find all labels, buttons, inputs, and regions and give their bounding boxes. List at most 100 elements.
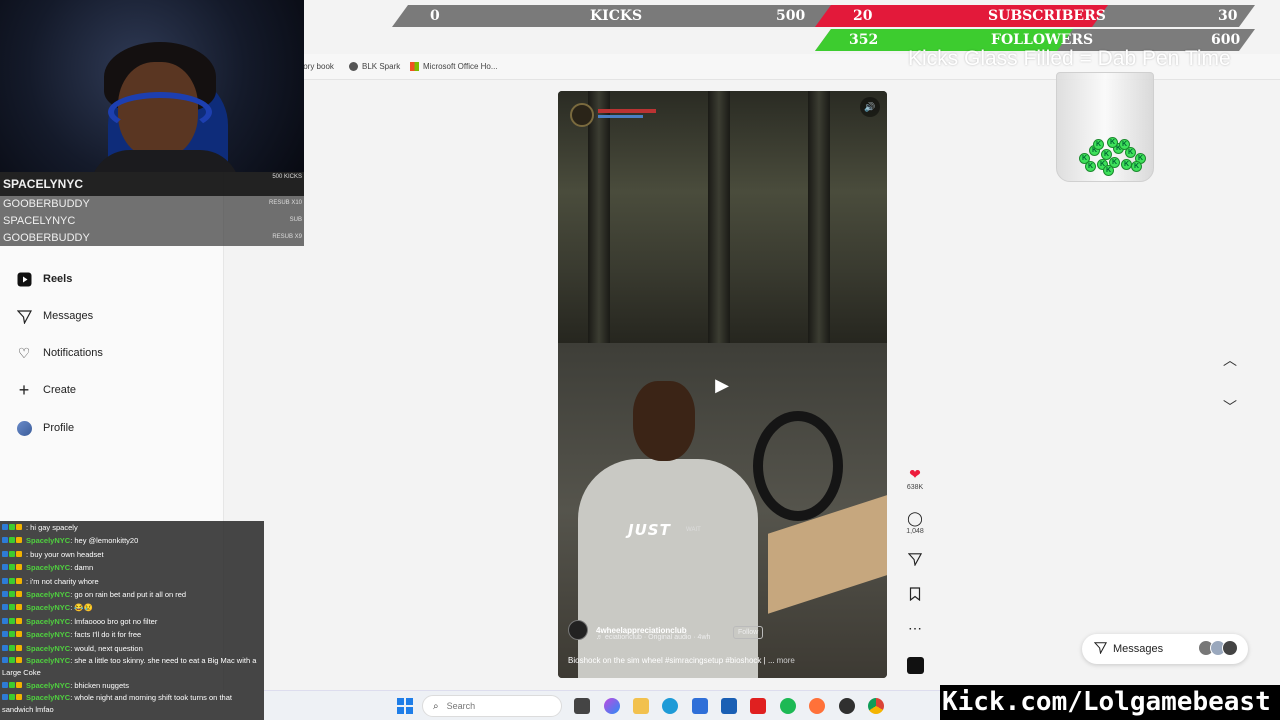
send-icon [1093,641,1108,657]
subscribers-target: 30 [1218,8,1238,24]
kicks-label: KICKS [590,8,643,24]
reels-icon [16,271,32,287]
alert-name: SPACELYNYC [3,215,76,227]
follow-button[interactable]: Follow [733,626,764,639]
like-button[interactable]: ❤ 638K [900,466,930,491]
youtube-icon[interactable] [750,698,766,714]
kick-coin-icon: K [1107,137,1118,148]
stream-chat: : hi gay spacely SpacelyNYC: hey @lemonki… [0,521,264,720]
badge-icon [16,644,22,651]
reel-audio[interactable]: ♬ eciationclub · Original audio · 4wh [596,634,710,641]
chat-username[interactable]: SpacelyNYC [26,630,70,639]
firefox-icon[interactable] [809,698,825,714]
taskbar-search[interactable]: ⌕ Search [422,695,562,717]
task-view-icon[interactable] [574,698,590,714]
sidebar-item-create[interactable]: + Create [16,379,76,401]
chat-username[interactable]: SpacelyNYC [26,681,70,690]
badge-icon [16,564,22,571]
volume-icon[interactable]: 🔊 [860,97,880,117]
more-link[interactable]: more [777,656,795,665]
kick-coin-icon: K [1103,165,1114,176]
reel-author-avatar[interactable] [568,620,588,640]
audio-thumbnail[interactable] [907,657,924,674]
reel-video[interactable]: 🔊 ▶ JUST WAIT 4wheelappreciationclub Fol… [558,91,887,678]
sidebar-item-label: Notifications [43,347,103,359]
chrome-icon[interactable] [868,698,884,714]
chat-message: SpacelyNYC: she a little too skinny. she… [0,655,264,679]
badge-icon [2,591,8,598]
sidebar-item-profile[interactable]: Profile [16,417,74,439]
edge-icon[interactable] [662,698,678,714]
chat-message: SpacelyNYC: damn [0,561,264,574]
chat-username[interactable]: SpacelyNYC [26,603,70,612]
badge-icon [16,524,22,530]
chat-username[interactable]: SpacelyNYC [26,617,70,626]
comment-icon: ◯ [907,510,923,526]
previous-reel-button[interactable]: ︿ [1218,350,1242,374]
share-button[interactable] [900,552,930,569]
chat-badges [2,692,26,704]
chat-message: SpacelyNYC: lmfaoooo bro got no filter [0,615,264,628]
alert-name: GOOBERBUDDY [3,198,90,210]
kicks-glass-caption: Kicks Glass Filled = Dab Pen Time [908,47,1231,70]
sidebar-item-label: Messages [43,310,94,322]
chat-badges [2,588,26,601]
chat-username[interactable]: SpacelyNYC [26,590,70,599]
chat-text: : bhicken nuggets [70,681,129,691]
chat-badges [2,575,26,588]
obs-icon[interactable] [839,698,855,714]
chat-text: : buy your own headset [26,549,104,559]
chat-username[interactable]: SpacelyNYC [26,536,70,545]
bookmark-item[interactable]: tory book [301,62,334,71]
play-icon[interactable]: ▶ [710,373,734,397]
copilot-icon[interactable] [604,698,620,714]
store-icon[interactable] [692,698,708,714]
badge-icon [2,694,8,701]
chat-badges [2,601,26,614]
bookmark-label: BLK Spark [362,62,401,71]
more-options-button[interactable]: ⋯ [900,620,930,637]
sidebar-item-reels[interactable]: Reels [16,268,72,290]
badge-icon [9,604,15,611]
outlook-icon[interactable] [721,698,737,714]
bookmark-item[interactable]: BLK Spark [349,62,400,71]
kicks-target: 500 [776,8,806,24]
badge-icon [9,617,15,624]
badge-icon [9,564,15,571]
badge-icon [2,644,8,651]
alert-tag: RESUB X10 [268,200,302,206]
messages-pill[interactable]: Messages [1082,634,1248,664]
badge-icon [16,537,22,544]
save-button[interactable] [900,587,930,604]
chat-username[interactable]: SpacelyNYC [26,693,70,702]
sidebar-item-notifications[interactable]: ♡ Notifications [16,342,103,364]
badge-icon [16,617,22,624]
chat-badges [2,548,26,561]
comment-count: 1,048 [906,528,924,535]
sidebar-item-messages[interactable]: Messages [16,305,93,327]
chat-badges [2,642,26,655]
chat-message: SpacelyNYC: bhicken nuggets [0,679,264,692]
chat-username[interactable]: SpacelyNYC [26,656,70,665]
heart-filled-icon: ❤ [909,466,921,482]
next-reel-button[interactable]: ﹀ [1218,397,1242,421]
reel-video-gameplay [558,91,887,343]
spotify-icon[interactable] [780,698,796,714]
badge-icon [16,657,22,664]
chat-username[interactable]: SpacelyNYC [26,644,70,653]
chat-message: SpacelyNYC: go on rain bet and put it al… [0,588,264,601]
chat-badges [2,534,26,547]
comment-button[interactable]: ◯ 1,048 [900,510,930,535]
badge-icon [9,524,15,530]
stream-alerts-panel: SPACELYNYC 500 KICKS GOOBERBUDDY RESUB X… [0,172,304,246]
chat-username[interactable]: SpacelyNYC [26,563,70,572]
chevron-down-icon: ﹀ [1223,399,1237,415]
kicks-glass: KKKKKKKKKKKKKKK [1056,72,1154,182]
alert-tag: RESUB X9 [272,234,302,240]
subscribers-current: 20 [853,8,873,24]
microsoft-icon [410,62,419,71]
file-explorer-icon[interactable] [633,698,649,714]
windows-start-icon[interactable] [397,698,413,714]
bookmark-item[interactable]: Microsoft Office Ho... [410,62,498,71]
chat-message: : hi gay spacely [0,521,264,534]
